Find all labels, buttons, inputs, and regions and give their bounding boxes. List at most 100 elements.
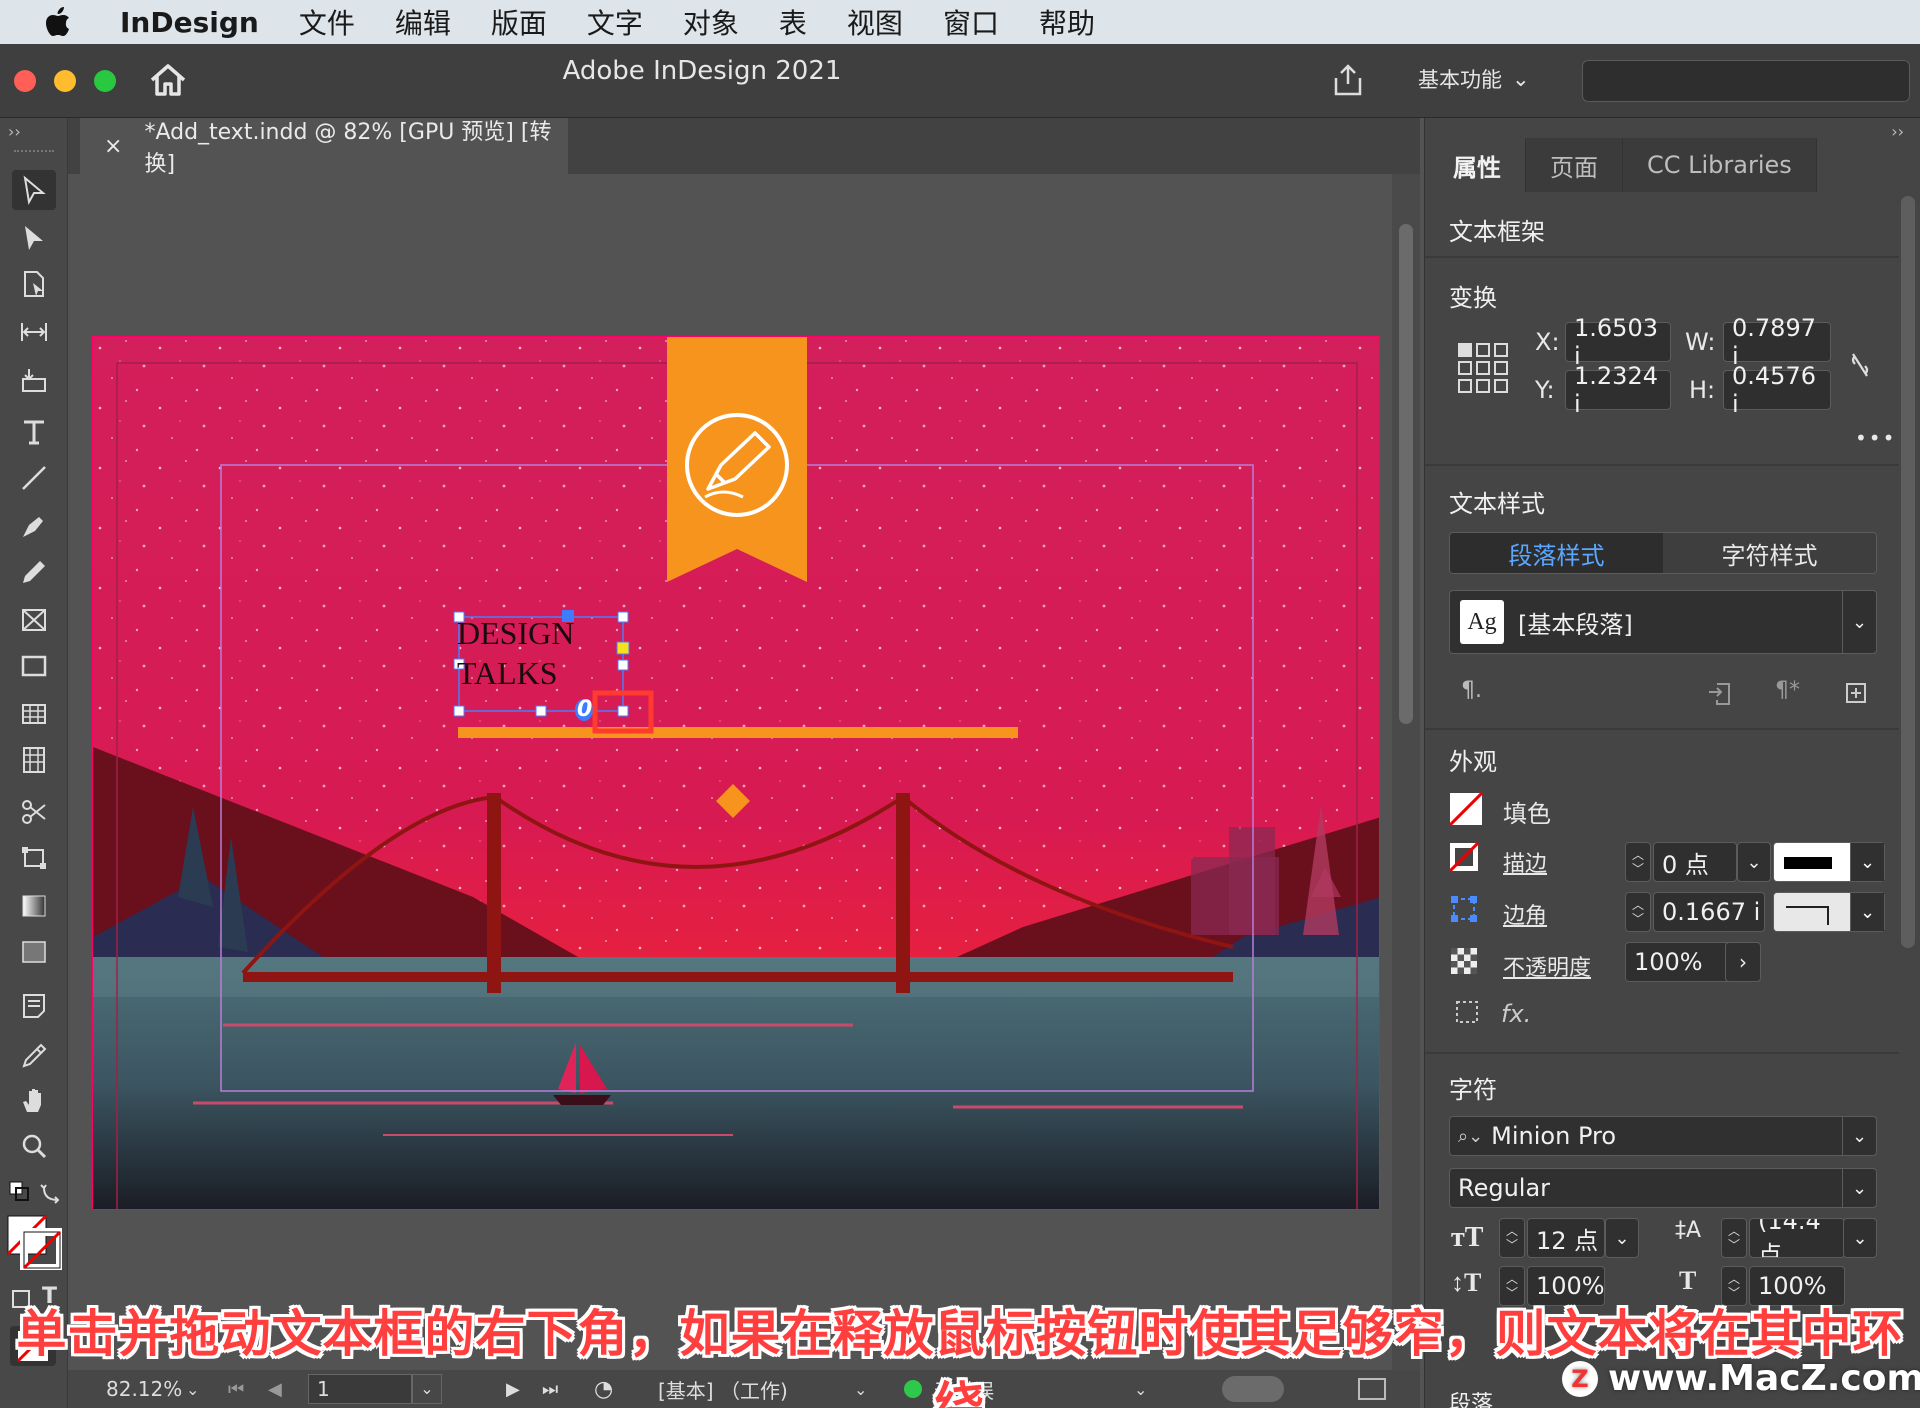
y-label: Y: bbox=[1535, 376, 1555, 404]
text-frame-content[interactable]: DESIGN TALKS bbox=[457, 613, 574, 693]
corner-radius-field[interactable]: 0.1667 i bbox=[1653, 892, 1765, 932]
watermark: Z www.MacZ.com bbox=[1562, 1358, 1920, 1399]
canvas-vertical-scrollbar[interactable] bbox=[1392, 174, 1420, 1370]
pen-tool-icon[interactable] bbox=[12, 506, 56, 546]
rectangle-tool-icon[interactable] bbox=[12, 646, 56, 686]
stroke-label[interactable]: 描边 bbox=[1503, 846, 1547, 878]
load-styles-icon[interactable] bbox=[1705, 678, 1735, 708]
menu-edit[interactable]: 编辑 bbox=[395, 2, 451, 42]
share-icon[interactable] bbox=[1330, 62, 1366, 98]
opacity-checker-icon bbox=[1449, 946, 1479, 976]
line-tool-icon[interactable] bbox=[12, 458, 56, 498]
font-size-dropdown[interactable]: ⌄ bbox=[1605, 1218, 1639, 1258]
gradient-tool-icon[interactable] bbox=[12, 886, 56, 926]
direct-selection-tool-icon[interactable] bbox=[12, 218, 56, 258]
table-tool-icon[interactable] bbox=[12, 694, 56, 734]
character-title: 字符 bbox=[1449, 1076, 1497, 1104]
font-size-value: 12 点 bbox=[1536, 1226, 1599, 1255]
paragraph-style-tab[interactable]: 段落样式 bbox=[1450, 533, 1663, 573]
collapse-toolbar-icon[interactable]: ›› bbox=[8, 122, 21, 141]
menu-window[interactable]: 窗口 bbox=[943, 2, 999, 42]
corner-shape-dropdown[interactable]: ⌄ bbox=[1773, 892, 1885, 932]
clear-overrides-icon[interactable]: ¶* bbox=[1775, 678, 1800, 703]
object-effects-icon[interactable] bbox=[1453, 998, 1483, 1028]
x-position-field[interactable]: 1.6503 i bbox=[1565, 314, 1671, 370]
font-family-dropdown[interactable]: ⌕⌄ Minion Pro ⌄ bbox=[1449, 1116, 1877, 1156]
stroke-weight-field[interactable]: 0 点 bbox=[1653, 842, 1737, 882]
rectangle-frame-tool-icon[interactable] bbox=[12, 600, 56, 640]
tab-cc-libraries[interactable]: CC Libraries bbox=[1623, 138, 1817, 192]
eyedropper-tool-icon[interactable] bbox=[12, 1036, 56, 1076]
close-tab-icon[interactable]: × bbox=[104, 134, 122, 159]
paragraph-style-dropdown[interactable]: Ag [基本段落] ⌄ bbox=[1449, 590, 1877, 654]
bridge-tower-right bbox=[896, 793, 910, 993]
gap-tool-icon[interactable] bbox=[12, 312, 56, 352]
pilcrow-menu-icon[interactable]: ¶. bbox=[1461, 678, 1482, 703]
free-transform-tool-icon[interactable] bbox=[12, 838, 56, 878]
font-size-field[interactable]: 12 点 bbox=[1527, 1218, 1605, 1258]
character-style-tab[interactable]: 字符样式 bbox=[1663, 533, 1876, 573]
font-style-dropdown[interactable]: Regular ⌄ bbox=[1449, 1168, 1877, 1208]
zoom-tool-icon[interactable] bbox=[12, 1126, 56, 1166]
leading-field[interactable]: (14.4 点 bbox=[1749, 1218, 1845, 1258]
w-label: W: bbox=[1685, 328, 1716, 356]
panel-scrollbar[interactable] bbox=[1898, 196, 1918, 1396]
corner-label[interactable]: 边角 bbox=[1503, 898, 1547, 930]
height-field[interactable]: 0.4576 i bbox=[1723, 362, 1831, 418]
corner-options-icon[interactable] bbox=[1449, 894, 1479, 924]
width-field[interactable]: 0.7897 i bbox=[1723, 314, 1831, 370]
fx-button[interactable]: fx. bbox=[1501, 1000, 1531, 1028]
page-tool-icon[interactable] bbox=[12, 264, 56, 304]
constrain-proportions-icon[interactable] bbox=[1845, 350, 1875, 380]
menu-file[interactable]: 文件 bbox=[299, 2, 355, 42]
pencil-tool-icon[interactable] bbox=[12, 552, 56, 592]
font-style-value: Regular bbox=[1458, 1174, 1551, 1202]
content-collector-icon[interactable] bbox=[12, 360, 56, 400]
default-fill-stroke-icon[interactable] bbox=[8, 1180, 32, 1204]
collapse-panel-icon[interactable]: ›› bbox=[1891, 122, 1904, 141]
gradient-feather-tool-icon[interactable] bbox=[12, 932, 56, 972]
panel-scrollbar-thumb[interactable] bbox=[1901, 196, 1915, 948]
font-size-stepper[interactable]: ︿ ﹀ bbox=[1499, 1218, 1525, 1258]
menu-app-name[interactable]: InDesign bbox=[120, 6, 259, 39]
stroke-stepper[interactable]: ︿ ﹀ bbox=[1625, 842, 1651, 882]
tab-pages[interactable]: 页面 bbox=[1526, 138, 1623, 192]
opacity-slider-toggle[interactable]: › bbox=[1725, 942, 1761, 982]
type-tool-icon[interactable] bbox=[12, 412, 56, 452]
toolbar-grip[interactable] bbox=[14, 150, 54, 154]
menu-layout[interactable]: 版面 bbox=[491, 2, 547, 42]
menu-table[interactable]: 表 bbox=[779, 2, 807, 42]
stroke-type-dropdown[interactable]: ⌄ bbox=[1773, 842, 1885, 882]
apple-icon[interactable] bbox=[36, 0, 80, 44]
stroke-weight-dropdown[interactable]: ⌄ bbox=[1737, 842, 1771, 882]
scrollbar-thumb[interactable] bbox=[1399, 224, 1413, 724]
selection-tool-icon[interactable] bbox=[12, 170, 56, 210]
tab-properties[interactable]: 属性 bbox=[1429, 138, 1526, 192]
leading-dropdown[interactable]: ⌄ bbox=[1843, 1218, 1877, 1258]
workspace-switcher[interactable]: 基本功能 ⌄ bbox=[1418, 64, 1530, 94]
menu-object[interactable]: 对象 bbox=[683, 2, 739, 42]
menu-type[interactable]: 文字 bbox=[587, 2, 643, 42]
y-position-field[interactable]: 1.2324 i bbox=[1565, 362, 1671, 418]
panel-tabs: 属性 页面 CC Libraries bbox=[1429, 138, 1817, 192]
grid-tool-icon[interactable] bbox=[12, 740, 56, 780]
reference-point-icon[interactable] bbox=[1457, 342, 1509, 394]
menu-view[interactable]: 视图 bbox=[847, 2, 903, 42]
swap-fill-stroke-icon[interactable] bbox=[40, 1180, 64, 1204]
fill-stroke-swatch[interactable] bbox=[6, 1214, 64, 1272]
hand-tool-icon[interactable] bbox=[12, 1080, 56, 1120]
document-page[interactable]: DESIGN TALKS 0 bbox=[92, 336, 1380, 1210]
document-tab[interactable]: × *Add_text.indd @ 82% [GPU 预览] [转换] bbox=[80, 118, 568, 177]
opacity-field[interactable]: 100% bbox=[1625, 942, 1735, 982]
leading-stepper[interactable]: ︿ ﹀ bbox=[1721, 1218, 1747, 1258]
menu-help[interactable]: 帮助 bbox=[1039, 2, 1095, 42]
corner-stepper[interactable]: ︿ ﹀ bbox=[1625, 892, 1651, 932]
opacity-label[interactable]: 不透明度 bbox=[1503, 950, 1591, 982]
scissors-tool-icon[interactable] bbox=[12, 792, 56, 832]
fill-swatch-icon[interactable] bbox=[1448, 791, 1484, 827]
more-options-icon[interactable]: ••• bbox=[1855, 426, 1896, 450]
stroke-swatch-icon[interactable] bbox=[1448, 841, 1480, 873]
new-style-icon[interactable] bbox=[1841, 678, 1871, 708]
search-input[interactable] bbox=[1582, 60, 1910, 102]
note-tool-icon[interactable] bbox=[12, 986, 56, 1026]
